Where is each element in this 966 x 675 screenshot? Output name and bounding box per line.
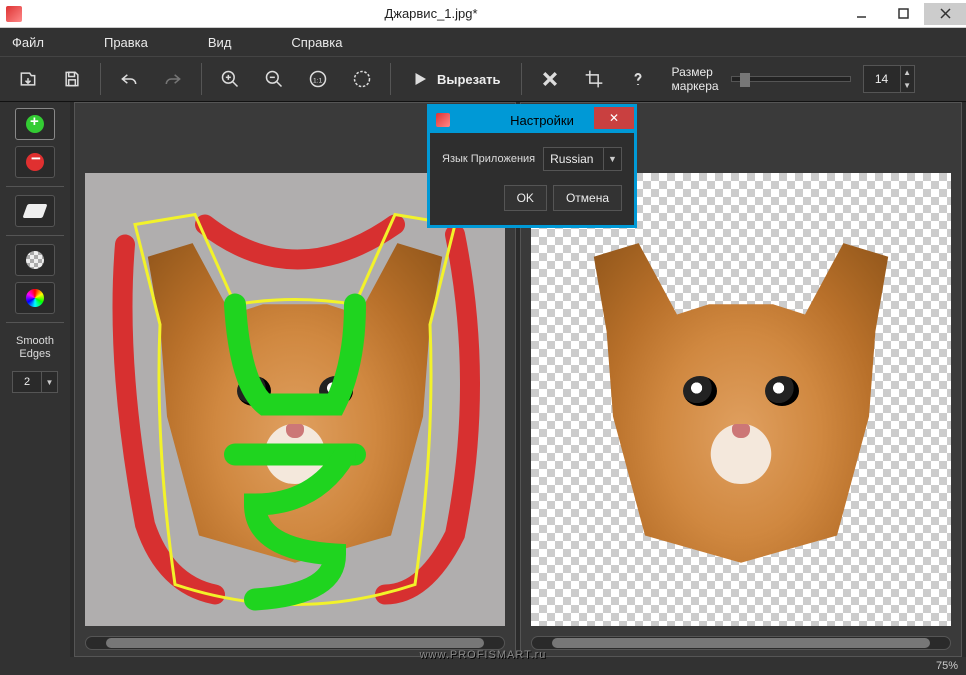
result-image[interactable] [531, 173, 951, 626]
window-controls [840, 3, 966, 25]
source-scrollbar[interactable] [85, 636, 505, 650]
marker-size-slider[interactable] [731, 76, 851, 82]
clear-button[interactable] [530, 61, 570, 97]
spin-down-icon[interactable]: ▼ [900, 79, 914, 92]
smooth-edges-spinner[interactable]: ▼ [12, 371, 58, 393]
menu-view[interactable]: Вид [208, 35, 232, 50]
source-image[interactable] [85, 173, 505, 626]
cut-label: Вырезать [437, 72, 501, 87]
menu-help[interactable]: Справка [291, 35, 342, 50]
minimize-button[interactable] [840, 3, 882, 25]
zoom-level: 75% [936, 660, 958, 672]
crop-button[interactable] [574, 61, 614, 97]
language-select[interactable]: Russian ▼ [543, 147, 622, 171]
color-bg-button[interactable] [15, 282, 55, 314]
cut-button[interactable]: Вырезать [399, 61, 513, 97]
checker-icon [26, 251, 44, 269]
eraser-button[interactable] [15, 195, 55, 227]
zoom-fit-button[interactable] [342, 61, 382, 97]
marker-size-spinner[interactable]: ▲▼ [863, 65, 915, 93]
help-button[interactable] [618, 61, 658, 97]
smooth-edges-label: SmoothEdges [6, 335, 64, 361]
mark-background-button[interactable] [15, 146, 55, 178]
zoom-actual-button[interactable]: 1:1 [298, 61, 338, 97]
redo-button[interactable] [153, 61, 193, 97]
close-button[interactable] [924, 3, 966, 25]
minus-icon [26, 153, 44, 171]
separator [6, 235, 64, 236]
app-icon [6, 6, 22, 22]
language-value: Russian [544, 148, 603, 170]
smooth-edges-input[interactable] [13, 372, 41, 392]
separator [390, 63, 391, 95]
spin-down-icon[interactable]: ▼ [41, 372, 57, 392]
toolbar: 1:1 Вырезать Размер маркера ▲▼ [0, 56, 966, 102]
play-icon [411, 70, 429, 88]
separator [6, 322, 64, 323]
separator [521, 63, 522, 95]
save-button[interactable] [52, 61, 92, 97]
separator [201, 63, 202, 95]
color-wheel-icon [26, 289, 44, 307]
plus-icon [26, 115, 44, 133]
dialog-icon [436, 113, 450, 127]
eraser-icon [22, 204, 47, 218]
ok-button[interactable]: OK [504, 185, 547, 211]
side-toolbar: SmoothEdges ▼ [0, 102, 70, 657]
svg-text:1:1: 1:1 [313, 77, 323, 84]
chevron-down-icon: ▼ [603, 148, 621, 170]
marker-size-input[interactable] [864, 66, 900, 92]
mark-foreground-button[interactable] [15, 108, 55, 140]
cancel-button[interactable]: Отмена [553, 185, 622, 211]
separator [100, 63, 101, 95]
marker-size-label: Размер маркера [672, 65, 719, 94]
settings-dialog: Настройки ✕ Язык Приложения Russian ▼ OK… [427, 104, 637, 228]
dialog-close-button[interactable]: ✕ [594, 107, 634, 129]
language-label: Язык Приложения [442, 153, 535, 165]
watermark: www.PROFISMART.ru [420, 649, 547, 661]
menu-edit[interactable]: Правка [104, 35, 148, 50]
undo-button[interactable] [109, 61, 149, 97]
separator [6, 186, 64, 187]
dialog-titlebar[interactable]: Настройки ✕ [430, 107, 634, 133]
result-scrollbar[interactable] [531, 636, 951, 650]
maximize-button[interactable] [882, 3, 924, 25]
open-button[interactable] [8, 61, 48, 97]
window-title: Джарвис_1.jpg* [22, 6, 840, 21]
titlebar: Джарвис_1.jpg* [0, 0, 966, 28]
menu-file[interactable]: Файл [12, 35, 44, 50]
foreground-marks [85, 173, 505, 626]
zoom-out-button[interactable] [254, 61, 294, 97]
zoom-in-button[interactable] [210, 61, 250, 97]
menubar: Файл Правка Вид Справка [0, 28, 966, 56]
transparent-bg-button[interactable] [15, 244, 55, 276]
spin-up-icon[interactable]: ▲ [900, 66, 914, 79]
